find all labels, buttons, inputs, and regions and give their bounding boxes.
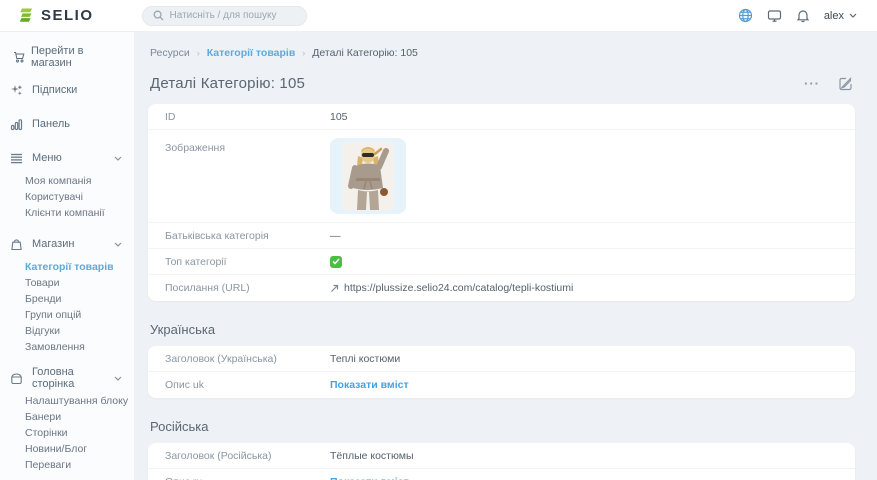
sidebar-item-orders[interactable]: Замовлення <box>0 339 134 355</box>
bar-chart-icon <box>10 118 23 131</box>
breadcrumb-separator: › <box>197 48 200 58</box>
sidebar-item-advantages[interactable]: Переваги <box>0 457 134 473</box>
sidebar-item-subscriptions[interactable]: Підписки <box>0 76 134 104</box>
russian-card: Заголовок (Російська) Тёплые костюмы Опи… <box>148 443 855 480</box>
row-label: Опис ru <box>165 476 330 480</box>
edit-button[interactable] <box>838 76 853 91</box>
row-label: Посилання (URL) <box>165 282 330 294</box>
row-label: Опис uk <box>165 379 330 391</box>
row-value: — <box>330 230 341 242</box>
uk-heading-row: Заголовок (Українська) Теплі костюми <box>148 346 855 372</box>
search-input[interactable] <box>170 10 296 21</box>
detail-row-image: Зображення <box>148 130 855 223</box>
ukrainian-card: Заголовок (Українська) Теплі костюми Опи… <box>148 346 855 398</box>
user-menu[interactable]: alex <box>824 10 857 22</box>
go-to-store-label: Перейти в магазин <box>31 45 124 69</box>
sidebar-item-block-settings[interactable]: Налаштування блоку <box>0 393 134 409</box>
chevron-down-icon <box>114 242 122 247</box>
sidebar-group-homepage[interactable]: Головна сторінка <box>0 364 134 392</box>
top-header: SELIO <box>0 0 877 32</box>
category-details-card: ID 105 Зображення <box>148 104 855 301</box>
homepage-group-label: Головна сторінка <box>32 366 105 390</box>
uk-description-row: Опис uk Показати вміст <box>148 372 855 398</box>
sidebar-item-product-categories[interactable]: Категорії товарів <box>0 259 134 275</box>
breadcrumb: Ресурси › Категорії товарів › Деталі Кат… <box>150 47 855 59</box>
detail-row-url: Посилання (URL) https://plussize.selio24… <box>148 275 855 301</box>
sidebar-item-option-groups[interactable]: Групи опцій <box>0 307 134 323</box>
detail-row-id: ID 105 <box>148 104 855 130</box>
ru-heading-row: Заголовок (Російська) Тёплые костюмы <box>148 443 855 469</box>
row-label: Зображення <box>165 138 330 154</box>
app-logo[interactable]: SELIO <box>18 7 94 24</box>
hamburger-menu-icon <box>10 153 23 164</box>
notifications-bell-icon[interactable] <box>796 8 810 23</box>
breadcrumb-resources[interactable]: Ресурси <box>150 47 190 59</box>
display-icon[interactable] <box>767 9 782 23</box>
search-icon <box>153 10 164 21</box>
category-image[interactable] <box>330 138 406 214</box>
sidebar-item-brands[interactable]: Бренди <box>0 291 134 307</box>
section-title-ukrainian: Українська <box>150 322 853 337</box>
section-title-russian: Російська <box>150 419 853 434</box>
sidebar-item-dashboard[interactable]: Панель <box>0 110 134 138</box>
sidebar-item-company-clients[interactable]: Клієнти компанії <box>0 205 134 221</box>
sidebar-group-menu[interactable]: Меню <box>0 144 134 172</box>
sidebar-item-news-blog[interactable]: Новини/Блог <box>0 441 134 457</box>
show-content-link-uk[interactable]: Показати вміст <box>330 379 409 391</box>
sidebar: Перейти в магазин Підписки <box>0 32 135 480</box>
row-label: Заголовок (Українська) <box>165 353 330 365</box>
sidebar-item-products[interactable]: Товари <box>0 275 134 291</box>
detail-row-top-category: Топ категорії <box>148 249 855 275</box>
dashboard-label: Панель <box>32 118 70 130</box>
chevron-down-icon <box>849 13 857 18</box>
row-value: Тёплые костюмы <box>330 450 414 462</box>
main-content: Ресурси › Категорії товарів › Деталі Кат… <box>135 32 877 480</box>
row-value: Теплі костюми <box>330 353 400 365</box>
sidebar-group-shop[interactable]: Магазин <box>0 230 134 258</box>
category-url-link[interactable]: https://plussize.selio24.com/catalog/tep… <box>344 282 573 294</box>
more-actions-button[interactable]: ··· <box>804 80 820 88</box>
subscriptions-label: Підписки <box>32 84 77 96</box>
row-label: Заголовок (Російська) <box>165 450 330 462</box>
row-label: Топ категорії <box>165 256 330 268</box>
shop-group-label: Магазин <box>32 238 74 250</box>
row-value: 105 <box>330 111 348 123</box>
row-label: Батьківська категорія <box>165 230 330 242</box>
sidebar-item-users[interactable]: Користувачі <box>0 189 134 205</box>
logo-text: SELIO <box>41 7 94 24</box>
ru-description-row: Опис ru Показати вміст <box>148 469 855 480</box>
selio-logo-icon <box>18 7 35 24</box>
detail-row-parent-category: Батьківська категорія — <box>148 223 855 249</box>
shopping-bag-icon <box>10 238 23 251</box>
sidebar-item-my-company[interactable]: Моя компанія <box>0 173 134 189</box>
sidebar-item-banners[interactable]: Банери <box>0 409 134 425</box>
menu-group-label: Меню <box>32 152 62 164</box>
user-name: alex <box>824 10 844 22</box>
breadcrumb-current: Деталі Категорію: 105 <box>312 47 418 59</box>
page-title: Деталі Категорію: 105 <box>150 75 305 92</box>
sidebar-item-pages[interactable]: Сторінки <box>0 425 134 441</box>
homepage-box-icon <box>10 372 23 385</box>
chevron-down-icon <box>114 156 122 161</box>
go-to-store-link[interactable]: Перейти в магазин <box>0 46 134 68</box>
sparkles-icon <box>10 84 23 97</box>
language-globe-icon[interactable] <box>738 8 753 23</box>
storefront-cart-icon <box>13 51 25 63</box>
breadcrumb-separator: › <box>302 48 305 58</box>
top-category-checkbox-checked[interactable] <box>330 256 342 268</box>
row-label: ID <box>165 111 330 123</box>
external-link-icon <box>330 284 339 293</box>
chevron-down-icon <box>114 376 122 381</box>
show-content-link-ru[interactable]: Показати вміст <box>330 476 409 480</box>
global-search[interactable] <box>142 6 307 26</box>
breadcrumb-categories-link[interactable]: Категорії товарів <box>207 47 296 59</box>
sidebar-item-reviews[interactable]: Відгуки <box>0 323 134 339</box>
